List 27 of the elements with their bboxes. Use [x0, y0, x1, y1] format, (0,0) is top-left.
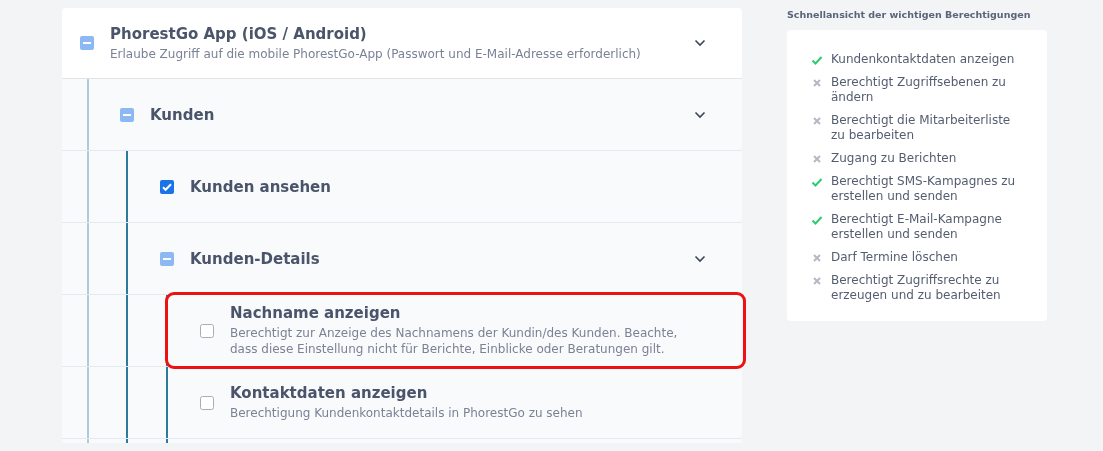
summary-item: Zugang zu Berichten: [831, 151, 957, 166]
permission-title: Kunden ansehen: [190, 177, 332, 196]
checkbox[interactable]: [120, 107, 134, 122]
summary-item: Darf Termine löschen: [831, 250, 958, 265]
checkbox[interactable]: [200, 395, 214, 410]
checkbox[interactable]: [160, 251, 174, 266]
permission-description: Erlaube Zugriff auf die mobile PhorestGo-App (Passwort und E-Mail-Adresse erforderlich): [110, 45, 642, 62]
summary-heading: Schnellansicht der wichtigen Berechtigungen: [787, 9, 1032, 20]
summary-item: Kundenkontaktdaten anzeigen: [831, 52, 1015, 67]
permission-title: Nachname anzeigen: [230, 304, 402, 322]
checkbox[interactable]: [200, 323, 214, 338]
permission-description: Berechtigung Kundenkontaktdetails in PhorestGo zu sehen: [230, 405, 584, 421]
chevron-down-icon[interactable]: [694, 110, 706, 119]
permission-title: PhorestGo App (iOS / Android): [110, 24, 368, 43]
summary-item: Berechtigt Zugriffsrechte zu erzeugen und zu bearbeiten: [831, 273, 1002, 303]
permission-title: Kunden: [150, 105, 216, 124]
permission-description: Berechtigt zur Anzeige des Nachnamens der Kundin/des Kunden. Beachte, dass diese Einstellung nicht für Berichte, Einblicke oder Beratungen gilt.: [230, 325, 679, 357]
checkbox[interactable]: [160, 179, 174, 194]
chevron-down-icon[interactable]: [694, 39, 706, 47]
summary-item: Berechtigt SMS-Kampagnes zu erstellen und senden: [831, 174, 1017, 204]
permission-title: Kunden-Details: [190, 249, 321, 268]
summary-item: Berechtigt Zugriffsebenen zu ändern: [831, 75, 1007, 105]
summary-item: Berechtigt E-Mail-Kampagne erstellen und senden: [831, 212, 1003, 242]
summary-item: Berechtigt die Mitarbeiterliste zu bearbeiten: [831, 113, 1012, 143]
checkbox[interactable]: [80, 36, 94, 50]
permission-title: Kontaktdaten anzeigen: [230, 384, 429, 402]
chevron-down-icon[interactable]: [694, 254, 706, 263]
